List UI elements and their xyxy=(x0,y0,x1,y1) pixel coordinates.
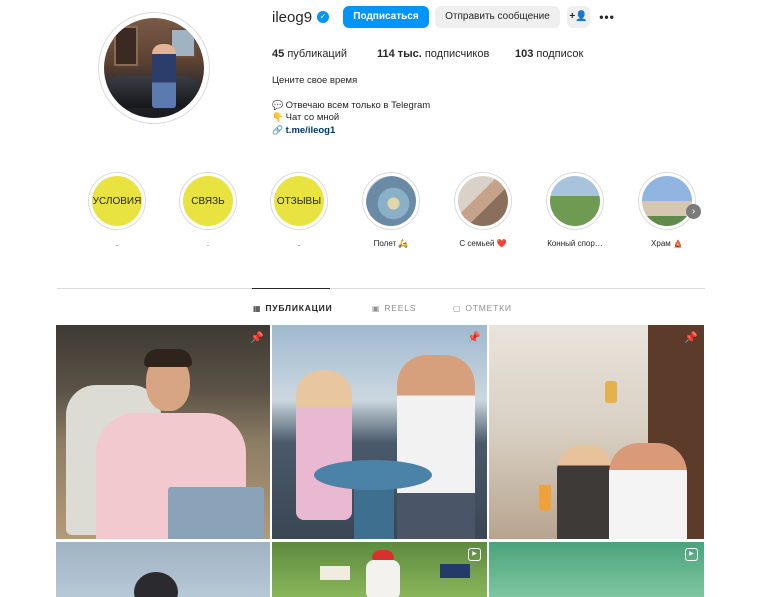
photo-detail xyxy=(134,572,178,597)
avatar-bg-door xyxy=(114,26,138,66)
send-message-button[interactable]: Отправить сообщение xyxy=(435,6,560,28)
photo-detail xyxy=(440,564,470,578)
posts-count-number: 45 xyxy=(272,48,285,60)
avatar-image xyxy=(104,18,204,118)
highlight-label: . xyxy=(297,239,301,248)
speech-bubble-icon: 💬 xyxy=(272,100,284,110)
highlight-cover: СВЯЗЬ xyxy=(183,176,233,226)
tab-tagged[interactable]: ▢ ОТМЕТКИ xyxy=(453,303,512,313)
highlight-flight[interactable]: Полет 🛵 xyxy=(362,172,420,248)
bio-line-chat-text: Чат со мной xyxy=(285,112,340,123)
pinned-icon: 📌 xyxy=(250,332,264,344)
highlight-cover: ОТЗЫВЫ xyxy=(274,176,324,226)
photo-detail xyxy=(372,550,394,560)
photo-detail xyxy=(366,560,400,597)
grid-icon: ▦ xyxy=(253,304,262,313)
bio-line-chat: 👇 Чат со мной xyxy=(272,112,339,123)
photo-detail xyxy=(320,566,350,580)
avatar-person xyxy=(152,44,176,108)
following-count-label: подписок xyxy=(536,48,584,60)
tabs-divider xyxy=(57,288,705,289)
pointing-down-icon: 👇 xyxy=(272,112,284,122)
pinned-icon: 📌 xyxy=(684,332,698,344)
following-count-number: 103 xyxy=(515,48,534,60)
highlight-contact[interactable]: СВЯЗЬ . xyxy=(179,172,237,248)
photo-detail xyxy=(397,355,475,539)
following-count[interactable]: 103 подписок xyxy=(515,48,583,60)
post-tile[interactable]: ▶ xyxy=(489,542,704,597)
photo-detail xyxy=(605,381,617,403)
bio-link-text[interactable]: t.me/ileog1 xyxy=(286,125,336,136)
photo-detail xyxy=(557,445,613,539)
highlight-equestrian[interactable]: Конный спор… xyxy=(546,172,604,248)
highlight-family[interactable]: С семьей ❤️ xyxy=(454,172,512,248)
add-user-icon[interactable]: +👤 xyxy=(567,6,590,28)
bio-tagline: Цените свое время xyxy=(272,75,358,86)
photo-detail xyxy=(354,485,394,539)
tab-tagged-label: ОТМЕТКИ xyxy=(465,303,512,313)
reel-icon: ▶ xyxy=(468,548,481,561)
reel-icon: ▶ xyxy=(685,548,698,561)
followers-count[interactable]: 114 тыс. подписчиков xyxy=(377,48,489,60)
post-tile[interactable]: 📌 xyxy=(56,325,270,539)
photo-detail xyxy=(609,443,687,539)
highlight-label: С семьей ❤️ xyxy=(459,239,507,248)
tab-reels-label: REELS xyxy=(384,303,417,313)
post-tile[interactable]: 📌 xyxy=(272,325,487,539)
tab-reels[interactable]: ▣ REELS xyxy=(372,303,416,313)
highlight-label: Храм 🛕 xyxy=(651,239,683,248)
highlight-reviews[interactable]: ОТЗЫВЫ . xyxy=(270,172,328,248)
photo-detail xyxy=(296,370,352,520)
tab-posts[interactable]: ▦ ПУБЛИКАЦИИ xyxy=(253,303,332,313)
post-tile[interactable]: 📌 xyxy=(489,325,704,539)
highlight-cover-image xyxy=(642,176,692,226)
post-tile[interactable]: ▶ xyxy=(272,542,487,597)
more-options-icon[interactable]: ••• xyxy=(596,6,618,28)
highlight-label: Конный спор… xyxy=(547,239,603,248)
photo-detail xyxy=(144,349,192,367)
highlights-next-arrow-icon[interactable]: › xyxy=(686,204,701,219)
profile-avatar[interactable] xyxy=(98,12,210,124)
highlight-cover-image xyxy=(366,176,416,226)
tagged-icon: ▢ xyxy=(453,304,462,313)
profile-username: ileog9 xyxy=(272,9,313,26)
post-tile[interactable] xyxy=(56,542,270,597)
highlight-label: Полет 🛵 xyxy=(373,239,409,248)
followers-count-label: подписчиков xyxy=(424,48,490,60)
highlight-cover-image xyxy=(458,176,508,226)
bio-line-telegram-text: Отвечаю всем только в Telegram xyxy=(285,100,431,111)
highlight-conditions[interactable]: УСЛОВИЯ . xyxy=(88,172,146,248)
tab-posts-label: ПУБЛИКАЦИИ xyxy=(265,303,333,313)
photo-detail xyxy=(168,487,264,539)
follow-button[interactable]: Подписаться xyxy=(343,6,429,28)
link-icon: 🔗 xyxy=(272,125,284,135)
bio-line-telegram: 💬 Отвечаю всем только в Telegram xyxy=(272,100,430,111)
photo-detail xyxy=(539,485,551,511)
posts-count: 45 публикаций xyxy=(272,48,347,60)
highlight-label: . xyxy=(115,239,119,248)
posts-count-label: публикаций xyxy=(287,48,348,60)
active-tab-indicator xyxy=(252,288,330,289)
photo-detail xyxy=(314,460,432,490)
highlight-cover-image xyxy=(550,176,600,226)
bio-link[interactable]: 🔗 t.me/ileog1 xyxy=(272,125,335,136)
pinned-icon: 📌 xyxy=(467,332,481,344)
reels-icon: ▣ xyxy=(372,304,381,313)
highlight-cover: УСЛОВИЯ xyxy=(92,176,142,226)
followers-count-number: 114 тыс. xyxy=(377,48,422,60)
verified-badge-icon: ✓ xyxy=(317,11,329,23)
highlight-label: . xyxy=(206,239,210,248)
